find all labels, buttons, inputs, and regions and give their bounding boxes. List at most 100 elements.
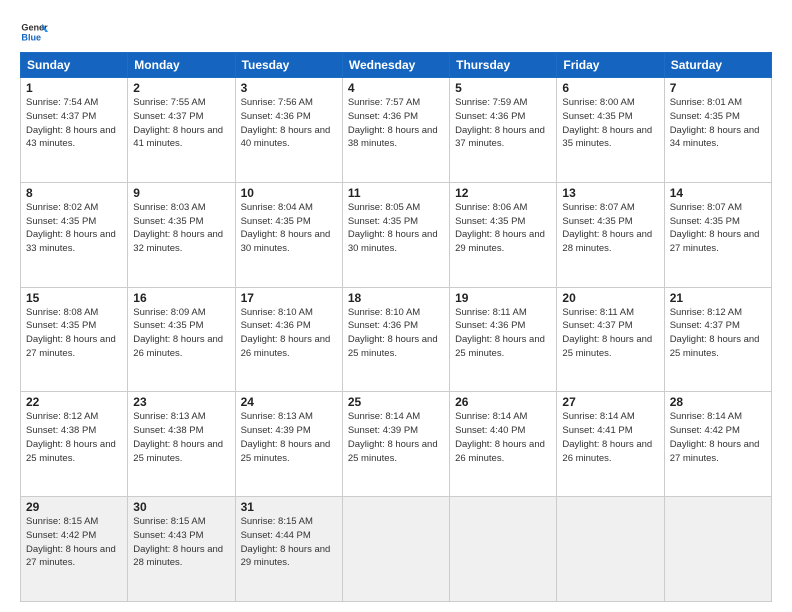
day-number: 11	[348, 186, 444, 200]
calendar-cell: 16 Sunrise: 8:09 AMSunset: 4:35 PMDaylig…	[128, 287, 235, 392]
day-info: Sunrise: 8:14 AMSunset: 4:41 PMDaylight:…	[562, 410, 658, 465]
day-number: 29	[26, 500, 122, 514]
day-number: 30	[133, 500, 229, 514]
calendar-cell: 22 Sunrise: 8:12 AMSunset: 4:38 PMDaylig…	[21, 392, 128, 497]
calendar-cell: 18 Sunrise: 8:10 AMSunset: 4:36 PMDaylig…	[342, 287, 449, 392]
day-number: 19	[455, 291, 551, 305]
calendar-cell: 2 Sunrise: 7:55 AMSunset: 4:37 PMDayligh…	[128, 78, 235, 183]
day-info: Sunrise: 7:59 AMSunset: 4:36 PMDaylight:…	[455, 96, 551, 151]
day-info: Sunrise: 7:55 AMSunset: 4:37 PMDaylight:…	[133, 96, 229, 151]
calendar-cell: 31 Sunrise: 8:15 AMSunset: 4:44 PMDaylig…	[235, 497, 342, 602]
calendar-cell: 19 Sunrise: 8:11 AMSunset: 4:36 PMDaylig…	[450, 287, 557, 392]
day-number: 2	[133, 81, 229, 95]
day-number: 15	[26, 291, 122, 305]
day-number: 22	[26, 395, 122, 409]
day-number: 7	[670, 81, 766, 95]
calendar-cell: 30 Sunrise: 8:15 AMSunset: 4:43 PMDaylig…	[128, 497, 235, 602]
day-number: 8	[26, 186, 122, 200]
calendar-cell	[664, 497, 771, 602]
day-info: Sunrise: 8:07 AMSunset: 4:35 PMDaylight:…	[562, 201, 658, 256]
calendar-week-row: 1 Sunrise: 7:54 AMSunset: 4:37 PMDayligh…	[21, 78, 772, 183]
day-info: Sunrise: 8:14 AMSunset: 4:40 PMDaylight:…	[455, 410, 551, 465]
day-number: 5	[455, 81, 551, 95]
weekday-header-sunday: Sunday	[21, 53, 128, 78]
calendar-week-row: 15 Sunrise: 8:08 AMSunset: 4:35 PMDaylig…	[21, 287, 772, 392]
day-number: 24	[241, 395, 337, 409]
day-info: Sunrise: 8:13 AMSunset: 4:38 PMDaylight:…	[133, 410, 229, 465]
calendar-cell: 17 Sunrise: 8:10 AMSunset: 4:36 PMDaylig…	[235, 287, 342, 392]
calendar-cell	[342, 497, 449, 602]
day-number: 10	[241, 186, 337, 200]
day-info: Sunrise: 8:15 AMSunset: 4:44 PMDaylight:…	[241, 515, 337, 570]
weekday-header-friday: Friday	[557, 53, 664, 78]
calendar-cell: 13 Sunrise: 8:07 AMSunset: 4:35 PMDaylig…	[557, 182, 664, 287]
calendar-week-row: 8 Sunrise: 8:02 AMSunset: 4:35 PMDayligh…	[21, 182, 772, 287]
day-info: Sunrise: 8:13 AMSunset: 4:39 PMDaylight:…	[241, 410, 337, 465]
calendar-cell: 14 Sunrise: 8:07 AMSunset: 4:35 PMDaylig…	[664, 182, 771, 287]
weekday-header-row: SundayMondayTuesdayWednesdayThursdayFrid…	[21, 53, 772, 78]
day-info: Sunrise: 8:03 AMSunset: 4:35 PMDaylight:…	[133, 201, 229, 256]
calendar-cell: 3 Sunrise: 7:56 AMSunset: 4:36 PMDayligh…	[235, 78, 342, 183]
day-number: 26	[455, 395, 551, 409]
day-info: Sunrise: 8:09 AMSunset: 4:35 PMDaylight:…	[133, 306, 229, 361]
weekday-header-tuesday: Tuesday	[235, 53, 342, 78]
calendar-cell: 25 Sunrise: 8:14 AMSunset: 4:39 PMDaylig…	[342, 392, 449, 497]
day-info: Sunrise: 8:12 AMSunset: 4:38 PMDaylight:…	[26, 410, 122, 465]
day-info: Sunrise: 8:14 AMSunset: 4:39 PMDaylight:…	[348, 410, 444, 465]
day-number: 1	[26, 81, 122, 95]
day-info: Sunrise: 8:10 AMSunset: 4:36 PMDaylight:…	[348, 306, 444, 361]
weekday-header-saturday: Saturday	[664, 53, 771, 78]
day-info: Sunrise: 8:01 AMSunset: 4:35 PMDaylight:…	[670, 96, 766, 151]
calendar-cell: 11 Sunrise: 8:05 AMSunset: 4:35 PMDaylig…	[342, 182, 449, 287]
day-number: 6	[562, 81, 658, 95]
day-number: 21	[670, 291, 766, 305]
day-number: 31	[241, 500, 337, 514]
weekday-header-thursday: Thursday	[450, 53, 557, 78]
logo-icon: General Blue	[20, 18, 48, 46]
calendar-cell: 4 Sunrise: 7:57 AMSunset: 4:36 PMDayligh…	[342, 78, 449, 183]
calendar-cell: 27 Sunrise: 8:14 AMSunset: 4:41 PMDaylig…	[557, 392, 664, 497]
day-info: Sunrise: 8:11 AMSunset: 4:37 PMDaylight:…	[562, 306, 658, 361]
day-info: Sunrise: 8:08 AMSunset: 4:35 PMDaylight:…	[26, 306, 122, 361]
calendar-cell	[450, 497, 557, 602]
calendar-table: SundayMondayTuesdayWednesdayThursdayFrid…	[20, 52, 772, 602]
day-number: 17	[241, 291, 337, 305]
calendar-cell: 7 Sunrise: 8:01 AMSunset: 4:35 PMDayligh…	[664, 78, 771, 183]
calendar-cell: 26 Sunrise: 8:14 AMSunset: 4:40 PMDaylig…	[450, 392, 557, 497]
day-number: 13	[562, 186, 658, 200]
day-info: Sunrise: 7:54 AMSunset: 4:37 PMDaylight:…	[26, 96, 122, 151]
day-info: Sunrise: 8:04 AMSunset: 4:35 PMDaylight:…	[241, 201, 337, 256]
day-number: 3	[241, 81, 337, 95]
day-info: Sunrise: 8:15 AMSunset: 4:43 PMDaylight:…	[133, 515, 229, 570]
calendar-week-row: 29 Sunrise: 8:15 AMSunset: 4:42 PMDaylig…	[21, 497, 772, 602]
day-number: 9	[133, 186, 229, 200]
day-number: 20	[562, 291, 658, 305]
day-number: 23	[133, 395, 229, 409]
calendar-cell	[557, 497, 664, 602]
day-number: 27	[562, 395, 658, 409]
calendar-cell: 5 Sunrise: 7:59 AMSunset: 4:36 PMDayligh…	[450, 78, 557, 183]
day-info: Sunrise: 8:07 AMSunset: 4:35 PMDaylight:…	[670, 201, 766, 256]
day-info: Sunrise: 8:06 AMSunset: 4:35 PMDaylight:…	[455, 201, 551, 256]
header: General Blue	[20, 18, 772, 46]
calendar-cell: 20 Sunrise: 8:11 AMSunset: 4:37 PMDaylig…	[557, 287, 664, 392]
calendar-cell: 24 Sunrise: 8:13 AMSunset: 4:39 PMDaylig…	[235, 392, 342, 497]
logo: General Blue	[20, 18, 48, 46]
day-info: Sunrise: 8:14 AMSunset: 4:42 PMDaylight:…	[670, 410, 766, 465]
day-number: 28	[670, 395, 766, 409]
calendar-cell: 23 Sunrise: 8:13 AMSunset: 4:38 PMDaylig…	[128, 392, 235, 497]
day-info: Sunrise: 7:56 AMSunset: 4:36 PMDaylight:…	[241, 96, 337, 151]
day-info: Sunrise: 8:12 AMSunset: 4:37 PMDaylight:…	[670, 306, 766, 361]
svg-text:Blue: Blue	[21, 32, 41, 42]
calendar-cell: 15 Sunrise: 8:08 AMSunset: 4:35 PMDaylig…	[21, 287, 128, 392]
day-info: Sunrise: 8:02 AMSunset: 4:35 PMDaylight:…	[26, 201, 122, 256]
calendar-cell: 12 Sunrise: 8:06 AMSunset: 4:35 PMDaylig…	[450, 182, 557, 287]
day-number: 4	[348, 81, 444, 95]
day-number: 25	[348, 395, 444, 409]
day-number: 12	[455, 186, 551, 200]
day-number: 14	[670, 186, 766, 200]
day-number: 16	[133, 291, 229, 305]
calendar-cell: 21 Sunrise: 8:12 AMSunset: 4:37 PMDaylig…	[664, 287, 771, 392]
day-info: Sunrise: 8:11 AMSunset: 4:36 PMDaylight:…	[455, 306, 551, 361]
day-number: 18	[348, 291, 444, 305]
